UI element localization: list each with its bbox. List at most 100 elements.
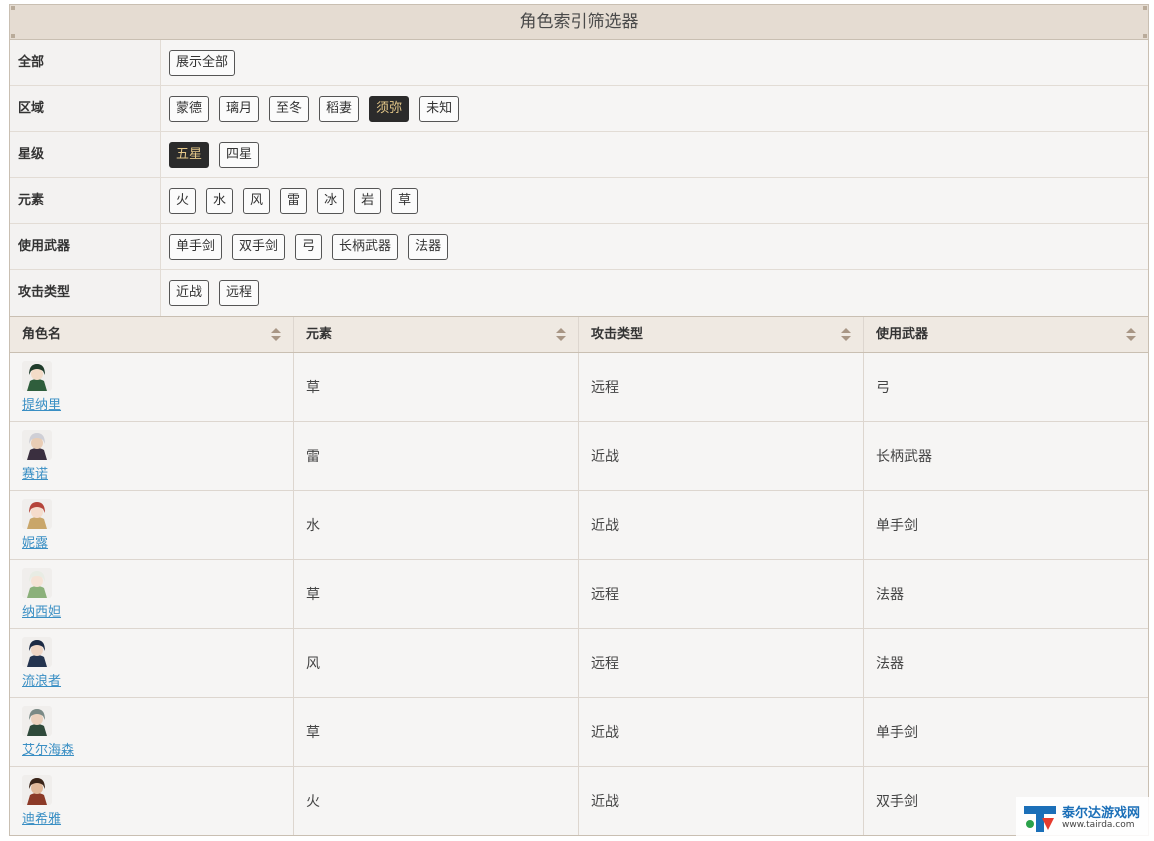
filter-option-button[interactable]: 法器 [408,233,449,260]
filter-row: 使用武器 单手剑 双手剑弓长柄武器 法器 [10,224,1148,270]
character-name-link[interactable]: 艾尔海森 [22,739,74,758]
character-avatar[interactable] [22,361,52,391]
element-cell: 雷 [294,422,579,490]
attack-type-cell: 远程 [579,629,864,697]
filter-row-label: 星级 [10,132,161,177]
column-header-name[interactable]: 角色名 [10,317,294,352]
character-name-link[interactable]: 提纳里 [22,394,61,413]
filter-option-button[interactable]: 风 [243,187,271,214]
filter-option-button[interactable]: 弓 [295,233,323,260]
character-table: 角色名 元素 攻击类型 使用武器 提纳里草远程弓赛诺雷近战 长柄武器 妮露水近战 单手… [9,316,1149,836]
filter-row-label: 元素 [10,178,161,223]
filter-row: 星级 五星 四星 [10,132,1148,178]
table-row: 艾尔海森 草近战 单手剑 [10,698,1148,767]
table-row: 妮露 水近战 单手剑 [10,491,1148,560]
filter-option-button[interactable]: 雷 [280,187,308,214]
filter-row-label: 全部 [10,40,161,85]
filter-row-label: 攻击类型 [10,270,161,316]
watermark-text: 泰尔达游戏网 www.tairda.com [1062,805,1141,831]
attack-type-cell: 近战 [579,698,864,766]
filter-option-button[interactable]: 长柄武器 [332,233,399,260]
corner-decoration [11,34,15,38]
filter-option-button[interactable]: 展示全部 [169,49,236,76]
table-row: 流浪者 风远程 法器 [10,629,1148,698]
character-name-cell: 赛诺 [10,422,294,490]
filter-option-button[interactable]: 稻妻 [319,95,360,122]
corner-decoration [1143,34,1147,38]
character-name-link[interactable]: 纳西妲 [22,601,61,620]
character-name-cell: 流浪者 [10,629,294,697]
column-header-weapon[interactable]: 使用武器 [864,317,1148,352]
site-watermark: 泰尔达游戏网 www.tairda.com [1016,797,1154,841]
character-index-page: 角色索引筛选器 全部 展示全部 区域 蒙德 璃月 至冬 稻妻 须弥 未知 星级 五星 四星 元素火水风雷… [9,4,1149,836]
filter-row: 区域 蒙德 璃月 至冬 稻妻 须弥 未知 [10,86,1148,132]
panel-title: 角色索引筛选器 [10,5,1148,40]
attack-type-cell: 近战 [579,422,864,490]
filter-option-button[interactable]: 至冬 [269,95,310,122]
weapon-cell: 单手剑 [876,725,918,741]
site-logo-icon [1024,806,1056,832]
character-avatar[interactable] [22,430,52,460]
character-name-link[interactable]: 流浪者 [22,670,61,689]
column-header-attack-type[interactable]: 攻击类型 [579,317,864,352]
weapon-cell: 弓 [876,380,890,396]
filter-panel: 角色索引筛选器 全部 展示全部 区域 蒙德 璃月 至冬 稻妻 须弥 未知 星级 五星 四星 元素火水风雷… [9,4,1149,317]
filter-options: 展示全部 [161,40,236,85]
sort-icon [556,328,566,342]
filter-options: 蒙德 璃月 至冬 稻妻 须弥 未知 [161,86,460,131]
watermark-url: www.tairda.com [1062,820,1135,831]
element-cell: 草 [294,698,579,766]
character-avatar[interactable] [22,637,52,667]
character-avatar[interactable] [22,499,52,529]
column-header-label: 元素 [306,327,333,342]
panel-title-text: 角色索引筛选器 [519,12,639,32]
sort-icon [271,328,281,342]
filter-option-button[interactable]: 岩 [354,187,382,214]
filter-option-button[interactable]: 冰 [317,187,345,214]
filter-row: 攻击类型 近战 远程 [10,270,1148,316]
column-header-label: 使用武器 [876,327,929,342]
filter-option-button[interactable]: 璃月 [219,95,260,122]
filter-option-button[interactable]: 蒙德 [169,95,210,122]
watermark-title: 泰尔达游戏网 [1062,805,1141,821]
corner-decoration [11,6,15,10]
filter-option-button[interactable]: 远程 [219,280,260,306]
filter-options: 火水风雷冰岩草 [161,178,419,223]
filter-option-button[interactable]: 四星 [219,141,260,168]
weapon-cell: 法器 [876,587,904,603]
column-header-label: 攻击类型 [591,327,644,342]
filter-option-button[interactable]: 须弥 [369,95,410,122]
element-cell: 风 [294,629,579,697]
character-name-link[interactable]: 妮露 [22,532,48,551]
filter-option-button[interactable]: 五星 [169,141,210,168]
attack-type-cell: 近战 [579,491,864,559]
weapon-cell: 法器 [876,656,904,672]
element-cell: 水 [294,491,579,559]
character-name-cell: 艾尔海森 [10,698,294,766]
character-avatar[interactable] [22,706,52,736]
filter-row-label: 使用武器 [10,224,161,269]
table-row: 纳西妲 草远程 法器 [10,560,1148,629]
column-header-label: 角色名 [22,327,62,342]
filter-options: 五星 四星 [161,132,260,177]
table-body: 提纳里草远程弓赛诺雷近战 长柄武器 妮露水近战 单手剑 纳西妲草远程 法器 流浪者风远程 法器… [10,353,1148,835]
character-avatar[interactable] [22,775,52,805]
character-name-cell: 纳西妲 [10,560,294,628]
filter-option-button[interactable]: 草 [391,187,419,214]
filter-option-button[interactable]: 近战 [169,280,210,306]
table-row: 迪希雅火近战 双手剑 [10,767,1148,835]
filter-option-button[interactable]: 未知 [419,95,460,122]
filter-option-button[interactable]: 火 [169,187,197,214]
element-cell: 草 [294,353,579,421]
filter-option-button[interactable]: 单手剑 [169,233,223,260]
filter-option-button[interactable]: 水 [206,187,234,214]
character-name-link[interactable]: 赛诺 [22,463,48,482]
filter-row: 元素火水风雷冰岩草 [10,178,1148,224]
character-avatar[interactable] [22,568,52,598]
column-header-element[interactable]: 元素 [294,317,579,352]
filter-options: 近战 远程 [161,270,260,316]
element-cell: 草 [294,560,579,628]
character-name-link[interactable]: 迪希雅 [22,808,61,827]
filter-option-button[interactable]: 双手剑 [232,233,286,260]
table-row: 赛诺 雷近战 长柄武器 [10,422,1148,491]
